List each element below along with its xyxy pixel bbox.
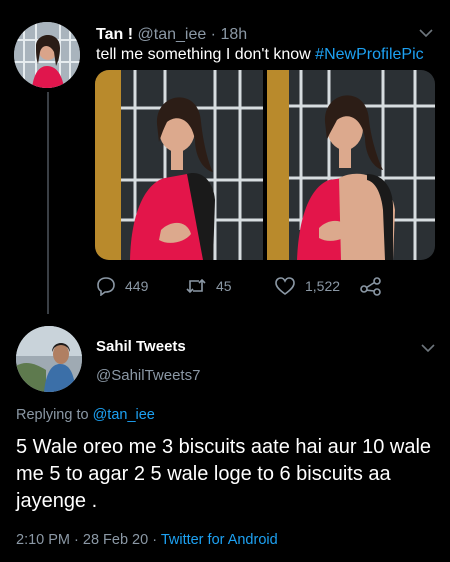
like-icon — [274, 276, 296, 296]
tweet-text-body: tell me something I don't know — [96, 46, 311, 63]
username[interactable]: @tan_iee — [138, 26, 207, 43]
replying-prefix: Replying to — [16, 407, 93, 423]
display-name[interactable]: Sahil Tweets — [96, 338, 186, 355]
tweet-text: 5 Wale oreo me 3 biscuits aate hai aur 1… — [16, 436, 432, 512]
retweet-icon — [185, 276, 207, 296]
share-button[interactable] — [360, 276, 382, 296]
tweet-source-link[interactable]: Twitter for Android — [161, 532, 278, 548]
tweet-text: tell me something I don't know #NewProfi… — [96, 45, 424, 64]
separator: · — [206, 26, 221, 43]
tweet-time[interactable]: 18h — [220, 26, 247, 43]
replying-to-handle[interactable]: @tan_iee — [93, 407, 155, 423]
retweet-count: 45 — [216, 278, 232, 294]
photo-right[interactable] — [267, 70, 435, 260]
photo-left[interactable] — [95, 70, 263, 260]
username[interactable]: @SahilTweets7 — [96, 367, 200, 384]
share-icon — [360, 276, 382, 296]
like-count: 1,522 — [305, 278, 341, 294]
reply-button[interactable]: 449 — [96, 276, 148, 296]
display-name[interactable]: Tan — [96, 26, 123, 43]
retweet-button[interactable]: 45 — [185, 276, 232, 296]
tweet-media[interactable] — [95, 70, 435, 260]
avatar[interactable] — [14, 22, 80, 88]
tweet-footer: 2:10 PM · 28 Feb 20 · Twitter for Androi… — [16, 532, 278, 548]
chevron-down-icon[interactable] — [419, 25, 433, 41]
like-button[interactable]: 1,522 — [274, 276, 340, 296]
name-emoji-badge: ! — [127, 26, 134, 43]
reply-count: 449 — [125, 278, 149, 294]
tweet-header: Tan ! @tan_iee · 18h — [96, 25, 247, 44]
hashtag-link[interactable]: #NewProfilePic — [315, 46, 423, 63]
tweet-actions: 449 45 1,522 — [96, 276, 396, 298]
chevron-down-icon[interactable] — [421, 340, 435, 356]
replying-to: Replying to @tan_iee — [16, 407, 155, 423]
reply-icon — [96, 276, 116, 296]
tweet-timestamp[interactable]: 2:10 PM · 28 Feb 20 · — [16, 532, 161, 548]
avatar[interactable] — [16, 326, 82, 392]
thread-connector-line — [47, 92, 49, 314]
